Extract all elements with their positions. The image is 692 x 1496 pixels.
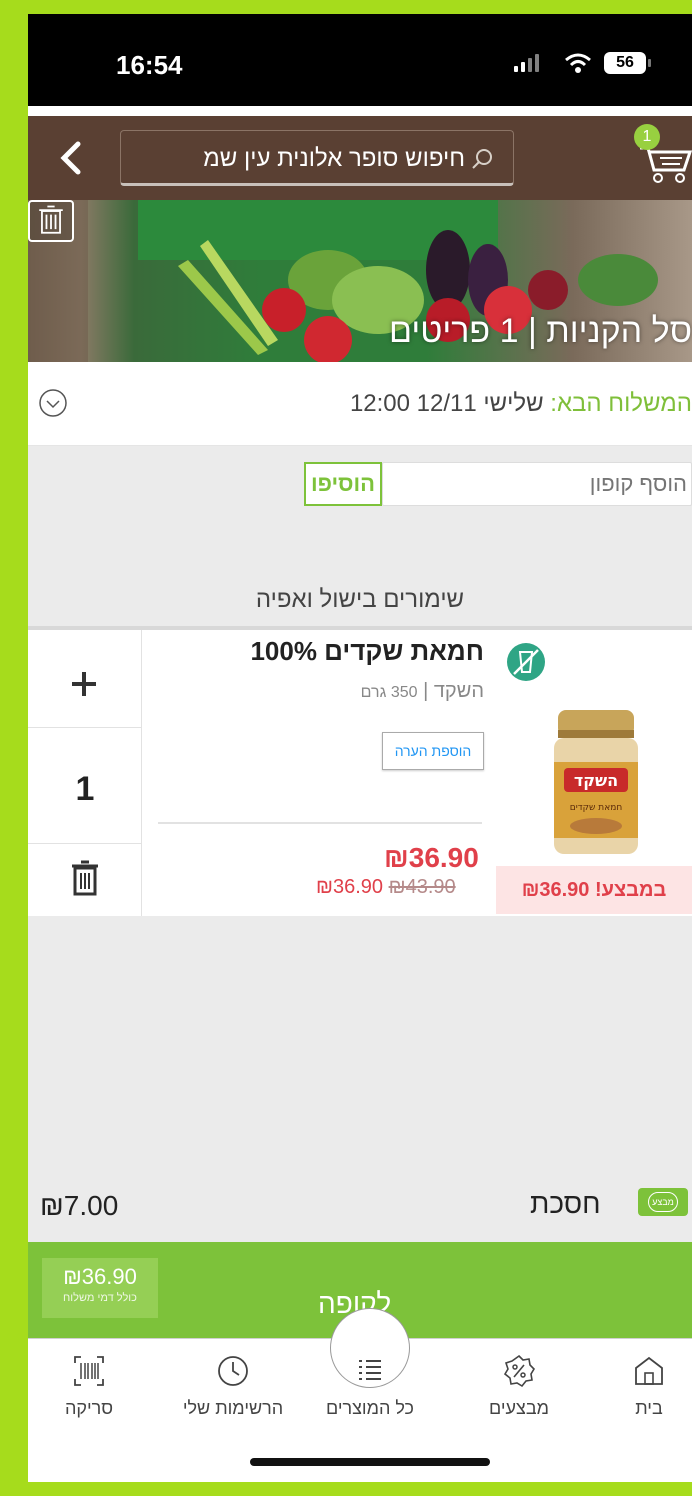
cart-title: סל הקניות | 1 פריטים [389,312,692,350]
coupon-input[interactable] [382,462,692,506]
quantity-value: 1 [75,770,95,808]
status-divider [28,106,692,116]
cart-item: 1 חמאת שקדים 100% השקד | 350 גרם הוספת ה… [28,630,692,916]
total-amount: ₪36.90 [63,1264,137,1289]
delivery-label: המשלוח הבא: [550,390,692,417]
battery-tip [648,59,651,67]
savings-label: חסכת [530,1188,601,1219]
delivery-time: שלישי 12/11 12:00 [349,390,551,417]
product-image: השקד חמאת שקדים [554,710,638,854]
search-input[interactable]: חיפוש סופר אלונית עין שמ [120,130,514,186]
wifi-icon [565,53,591,73]
item-price: ₪36.90 [384,842,479,873]
home-icon [635,1356,663,1385]
remove-item-trash-icon[interactable] [68,858,102,898]
phone-screen: 16:54 56 חיפוש סופר אלונית עין שמ 1 סל ה… [28,14,692,1482]
nav-label-all-products: כל המוצרים [325,1398,415,1418]
clear-cart-trash-icon[interactable] [28,200,74,242]
delivery-text: המשלוח הבא: שלישי 12/11 12:00 [350,390,692,418]
price-divider [158,822,482,824]
product-name: חמאת שקדים 100% [250,636,484,666]
order-total: ₪36.90 כולל דמי משלוח [42,1258,158,1318]
meta-separator: | [417,680,429,702]
product-meta: השקד | 350 גרם [361,680,484,703]
nav-item-scan[interactable]: סריקה [28,1354,154,1419]
status-bar: 16:54 56 [28,14,692,106]
nav-label-home: בית [635,1398,663,1418]
promo-badge[interactable]: במבצע! ₪36.90 [496,866,692,914]
percent-badge-icon [503,1354,536,1388]
sale-price: ₪36.90 [316,876,384,898]
cart-banner: סל הקניות | 1 פריטים [28,200,692,362]
nav-item-home[interactable]: בית [584,1354,692,1419]
deal-tag-icon: מבצע [638,1188,688,1216]
savings-row: ₪7.00 חסכת מבצע [28,1160,692,1244]
jar-brand-label: השקד [574,771,618,790]
barcode-scan-icon [74,1356,104,1386]
no-gluten-badge-icon [507,643,545,681]
home-indicator [250,1458,490,1466]
price-comparison: ₪36.90 ₪43.90 [316,876,456,899]
jar-product-label: חמאת שקדים [570,803,623,813]
chevron-down-icon[interactable] [38,388,68,418]
original-price: ₪43.90 [388,876,456,898]
nav-item-all-products[interactable]: כל המוצרים [305,1354,435,1419]
search-placeholder: חיפוש סופר אלונית עין שמ [203,145,465,172]
back-arrow-icon[interactable] [56,138,86,178]
coupon-section: הוסיפו שימורים בישול ואפיה [28,446,692,626]
signal-icon [514,54,542,72]
battery-icon: 56 [604,52,646,74]
nav-item-my-lists[interactable]: הרשימות שלי [168,1354,298,1419]
nav-label-deals: מבצעים [489,1398,549,1418]
deal-tag-text: מבצע [648,1192,678,1212]
add-note-button[interactable]: הוספת הערה [382,732,484,770]
nav-label-my-lists: הרשימות שלי [182,1398,284,1418]
nav-item-deals[interactable]: מבצעים [454,1354,584,1419]
total-note: כולל דמי משלוח [63,1292,137,1304]
app-header: חיפוש סופר אלונית עין שמ 1 [28,116,692,200]
plus-icon[interactable] [68,668,100,700]
nav-label-scan: סריקה [64,1398,114,1418]
add-coupon-button[interactable]: הוסיפו [304,462,382,506]
search-icon [472,149,492,169]
product-brand: השקד [433,680,484,702]
category-title: שימורים בישול ואפיה [255,586,465,613]
list-icon [359,1360,381,1380]
cart-count-badge: 1 [634,124,660,150]
quantity-stepper: 1 [28,630,142,916]
next-delivery-row[interactable]: המשלוח הבא: שלישי 12/11 12:00 [28,362,692,446]
status-time: 16:54 [116,50,183,80]
product-weight: 350 גרם [360,684,418,701]
clock-icon [218,1356,248,1386]
savings-amount: ₪7.00 [40,1190,119,1221]
